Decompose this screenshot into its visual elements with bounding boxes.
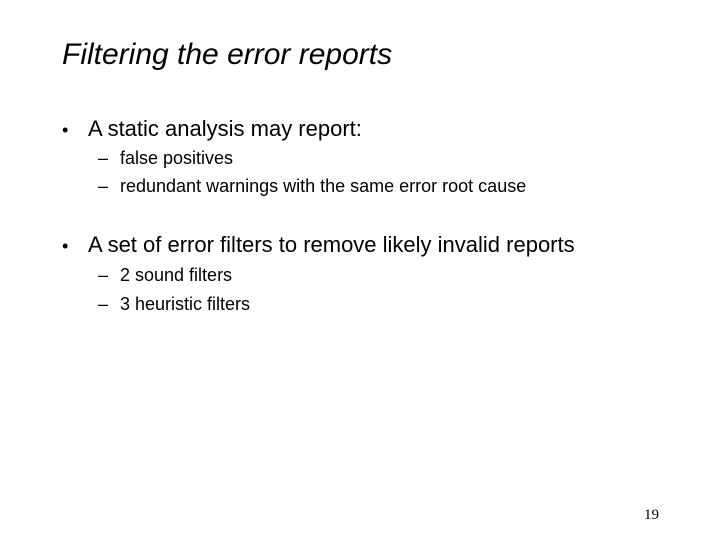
bullet-text: A static analysis may report: [88,116,362,141]
sub-item-text: 2 sound filters [120,265,233,285]
bullet-marker: • [62,236,69,256]
bullet-item: • A static analysis may report: [62,116,362,142]
sub-item-text: redundant warnings with the same error r… [120,176,527,196]
sub-item-text: false positives [120,148,234,168]
bullet-marker: • [62,120,69,140]
sub-item: – redundant warnings with the same error … [98,176,526,197]
sub-item-text: 3 heuristic filters [120,294,251,314]
slide-title: Filtering the error reports [62,38,393,71]
page-number: 19 [644,507,659,523]
sub-item: –3 heuristic filters [98,294,250,315]
bullet-text: A set of error filters to remove likely … [88,232,575,257]
dash-marker: – [98,148,109,168]
sub-item: –2 sound filters [98,265,232,286]
bullet-item: • A set of error filters to remove likely… [62,232,575,258]
sub-item: – false positives [98,148,233,169]
dash-marker: – [98,176,109,196]
dash-marker: – [98,294,109,314]
dash-marker: – [98,265,109,285]
